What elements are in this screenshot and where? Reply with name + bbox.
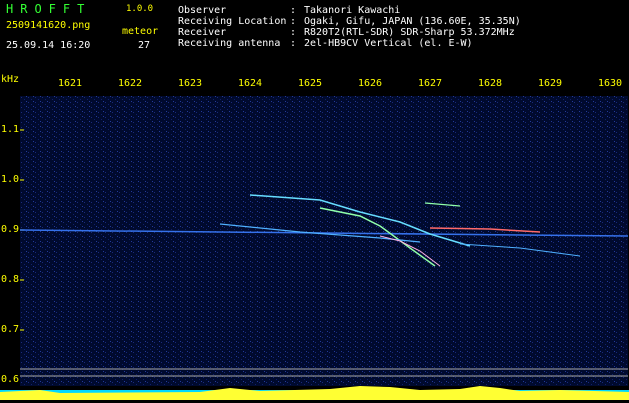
info-row-location: Receiving Location: Ogaki, Gifu, JAPAN (1…	[178, 16, 521, 27]
y-tick-label: 1.0	[1, 174, 20, 185]
freq-tick-label: 1630	[598, 78, 623, 89]
info-value: 2el-HB9CV Vertical (el. E-W)	[304, 38, 473, 49]
freq-tick-label: 1623	[178, 78, 203, 89]
info-value: Ogaki, Gifu, JAPAN (136.60E, 35.35N)	[304, 16, 521, 27]
freq-tick-label: 1629	[538, 78, 563, 89]
spectrogram-svg	[20, 96, 628, 386]
info-value: Takanori Kawachi	[304, 5, 401, 16]
meteor-count: 27	[138, 40, 151, 51]
freq-tick-label: 1628	[478, 78, 503, 89]
y-tick-label: 1.1	[1, 124, 20, 135]
freq-tick-label: 1622	[118, 78, 143, 89]
info-key: Receiver	[178, 27, 227, 38]
level-peaks	[0, 386, 629, 400]
signal-level-bar	[0, 386, 629, 400]
y-tick-label: 0.6	[1, 374, 20, 385]
noise-background	[20, 96, 628, 386]
app-version: 1.0.0	[126, 4, 154, 14]
info-value: R820T2(RTL-SDR) SDR-Sharp 53.372MHz	[304, 27, 515, 38]
info-row-receiver: Receiver: R820T2(RTL-SDR) SDR-Sharp 53.37…	[178, 27, 515, 38]
freq-tick-label: 1621	[58, 78, 83, 89]
spectrogram-plot	[20, 96, 628, 386]
info-row-observer: Observer: Takanori Kawachi	[178, 5, 401, 16]
app-logo: HROFFT	[6, 2, 92, 16]
freq-tick-label: 1624	[238, 78, 263, 89]
info-key: Observer	[178, 5, 227, 16]
signal-level-svg	[0, 386, 629, 400]
file-name: 2509141620.png	[6, 20, 91, 31]
y-tick-label: 0.9	[1, 224, 20, 235]
date-time: 25.09.14 16:20	[6, 40, 91, 51]
station-info: Observer: Takanori Kawachi Receiving Loca…	[178, 5, 521, 49]
header-panel: HROFFT 1.0.0 2509141620.png meteor 25.09…	[0, 0, 629, 74]
info-key: Receiving antenna	[178, 38, 281, 49]
freq-tick-label: 1626	[358, 78, 383, 89]
info-row-antenna: Receiving antenna:2el-HB9CV Vertical (el…	[178, 38, 473, 49]
info-key: Receiving Location	[178, 16, 287, 27]
meteor-label: meteor	[122, 26, 159, 37]
y-tick-label: 0.8	[1, 274, 20, 285]
freq-tick-label: 1627	[418, 78, 443, 89]
freq-tick-label: 1625	[298, 78, 323, 89]
frequency-axis: 1621 1622 1623 1624 1625 1626 1627 1628 …	[0, 78, 629, 92]
y-tick-label: 0.7	[1, 324, 20, 335]
